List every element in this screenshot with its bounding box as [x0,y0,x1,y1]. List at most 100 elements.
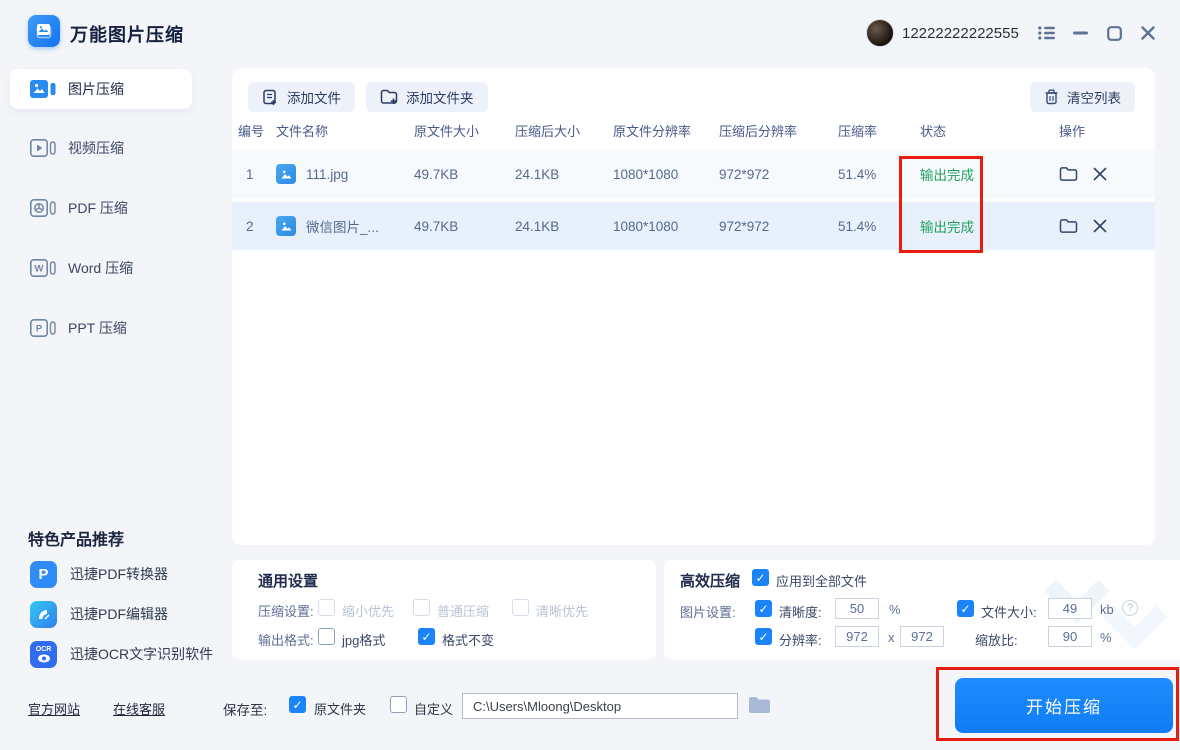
file-list-card: 添加文件 添加文件夹 清空列表 编号 文件名称 原文件大小 压缩后大小 原文件分… [232,68,1155,545]
checkbox-filesize[interactable]: ✓ [957,600,974,617]
help-icon[interactable]: ? [1122,600,1138,616]
table-header-row: 编号 文件名称 原文件大小 压缩后大小 原文件分辨率 压缩后分辨率 压缩率 状态… [232,118,1155,142]
checkbox-jpg-format[interactable] [318,628,335,645]
minimize-icon[interactable] [1071,24,1089,42]
general-settings-card: 通用设置 压缩设置: 缩小优先 普通压缩 清晰优先 输出格式: jpg格式 ✓ … [232,560,656,660]
sidebar-item-label: PPT 压缩 [68,320,127,336]
resolution-height-input[interactable] [900,626,944,647]
svg-text:W: W [35,264,44,275]
product-pdf-editor[interactable]: 迅捷PDF编辑器 [30,600,168,628]
word-compress-icon: W [30,258,56,277]
add-folder-button[interactable]: 添加文件夹 [366,82,488,112]
avatar[interactable] [866,19,894,47]
cell-no: 1 [246,166,254,182]
status-text: 输出完成 [920,168,974,183]
start-compress-button[interactable]: 开始压缩 [955,678,1173,733]
checkbox-resolution[interactable]: ✓ [755,628,772,645]
pdf-compress-icon [30,198,56,217]
save-path-input[interactable] [462,693,738,719]
cell-ops [1059,218,1155,234]
scale-unit: % [1100,630,1112,645]
clarity-input[interactable] [835,598,879,619]
product-label: 迅捷PDF转换器 [70,566,168,582]
col-header-orig-res: 原文件分辨率 [613,123,692,139]
checkbox-apply-all[interactable]: ✓ [752,569,769,586]
filename-text: 111.jpg [306,166,349,182]
remove-file-icon[interactable] [1093,167,1107,181]
pdf-converter-icon: P [30,560,57,588]
cell-ratio: 51.4% [838,218,877,234]
sidebar-item-word-compress[interactable]: W Word 压缩 [10,248,192,288]
checkbox-clarity[interactable]: ✓ [755,600,772,617]
scale-label: 缩放比: [975,633,1018,648]
col-header-orig-size: 原文件大小 [414,123,480,139]
recommend-heading: 特色产品推荐 [28,532,125,549]
menu-list-icon[interactable] [1037,24,1055,42]
clear-list-button[interactable]: 清空列表 [1030,82,1135,112]
browse-folder-icon[interactable] [748,696,771,720]
cell-comp-size: 24.1KB [515,218,560,234]
app-logo-icon [28,15,60,47]
efficient-title: 高效压缩 [680,573,741,590]
image-file-icon [276,164,296,184]
add-file-icon [263,89,276,105]
col-header-comp-size: 压缩后大小 [515,123,581,139]
jpg-format-label: jpg格式 [342,633,386,648]
filename-text: 微信图片_... [306,220,379,235]
checkbox-keep-format[interactable]: ✓ [418,628,435,645]
apply-all-label: 应用到全部文件 [776,574,868,589]
app-title: 万能图片压缩 [70,25,184,45]
table-row[interactable]: 2 微信图片_... 49.7KB 24.1KB 1080*1080 972*9… [232,202,1155,250]
col-header-comp-res: 压缩后分辨率 [719,123,798,139]
maximize-icon[interactable] [1105,24,1123,42]
cell-comp-res: 972*972 [719,166,770,182]
trash-icon [1045,89,1058,105]
sidebar-item-label: 图片压缩 [68,81,124,97]
open-folder-icon[interactable] [1059,166,1078,182]
official-site-link[interactable]: 官方网站 [28,699,80,718]
add-file-button[interactable]: 添加文件 [248,82,355,112]
product-label: 迅捷OCR文字识别软件 [70,646,214,662]
sidebar-item-label: Word 压缩 [68,260,134,276]
close-icon[interactable] [1139,24,1157,42]
keep-format-label: 格式不变 [442,633,495,648]
compress-setting-label: 压缩设置: [258,604,314,619]
add-folder-label: 添加文件夹 [406,91,474,106]
sidebar-item-label: 视频压缩 [68,140,124,156]
original-folder-label: 原文件夹 [314,702,367,717]
table-row[interactable]: 1 111.jpg 49.7KB 24.1KB 1080*1080 972*97… [232,150,1155,198]
checkbox-original-folder[interactable]: ✓ [289,696,306,713]
clear-list-label: 清空列表 [1067,91,1121,106]
save-to-label: 保存至: [223,703,268,718]
ppt-compress-icon: P [30,318,56,337]
username: 12222222222555 [902,25,1019,42]
sidebar-item-video-compress[interactable]: 视频压缩 [10,128,192,168]
checkbox-clarity-priority [512,599,529,616]
filesize-input[interactable] [1048,598,1092,619]
product-pdf-converter[interactable]: P 迅捷PDF转换器 [30,560,168,588]
video-compress-icon [30,138,56,157]
product-ocr[interactable]: OCR 迅捷OCR文字识别软件 [30,640,213,668]
output-format-label: 输出格式: [258,633,314,648]
sidebar-item-ppt-compress[interactable]: P PPT 压缩 [10,308,192,348]
remove-file-icon[interactable] [1093,219,1107,233]
product-label: 迅捷PDF编辑器 [70,606,168,622]
col-header-ratio: 压缩率 [838,123,878,139]
checkbox-normal-compress [413,599,430,616]
online-support-link[interactable]: 在线客服 [113,699,165,718]
normal-compress-label: 普通压缩 [437,604,490,619]
decor-chevron [1102,584,1168,650]
checkbox-custom-folder[interactable] [390,696,407,713]
title-bar: 万能图片压缩 12222222222555 [0,0,1180,62]
resolution-width-input[interactable] [835,626,879,647]
open-folder-icon[interactable] [1059,218,1078,234]
sidebar-item-image-compress[interactable]: 图片压缩 [10,69,192,109]
image-compress-icon [30,80,56,98]
sidebar-item-pdf-compress[interactable]: PDF 压缩 [10,188,192,228]
clarity-priority-label: 清晰优先 [536,604,589,619]
efficient-compress-card: 高效压缩 ✓ 应用到全部文件 图片设置: ✓ 清晰度: % ✓ 文件大小: kb… [664,560,1180,660]
cell-filename: 微信图片_... [276,216,414,236]
cell-orig-res: 1080*1080 [613,166,679,182]
image-setting-label: 图片设置: [680,605,736,620]
scale-input[interactable] [1048,626,1092,647]
